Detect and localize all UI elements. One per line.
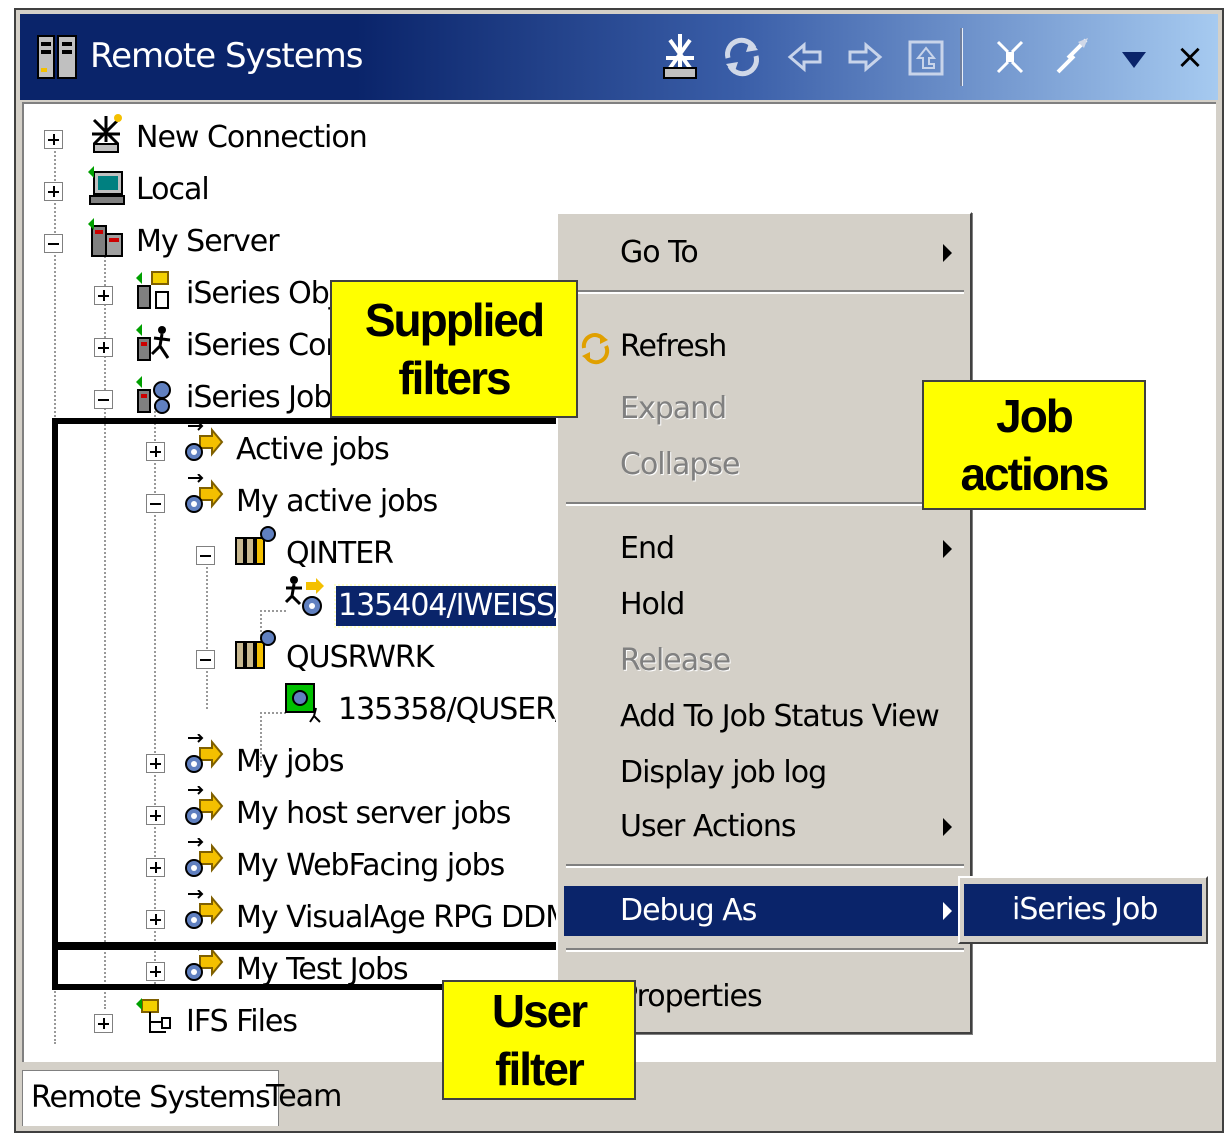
menu-separator [566, 502, 964, 506]
menu-item-collapse: Collapse [620, 447, 741, 482]
menu-item-debug-as[interactable]: Debug As [564, 886, 966, 936]
view-title-bar: Remote Systems × [20, 14, 1218, 100]
submenu-arrow-icon [943, 902, 952, 920]
expand-toggle[interactable] [94, 338, 113, 357]
callout-text: User [491, 985, 588, 1037]
menu-item-user-actions[interactable]: User Actions [564, 802, 966, 852]
tree-item-my-server[interactable]: My Server [136, 222, 280, 262]
expand-toggle[interactable] [44, 182, 63, 201]
tree-item-local[interactable]: Local [136, 170, 210, 210]
server-icon [88, 218, 123, 257]
tab-team[interactable]: Team [258, 1070, 349, 1126]
debug-as-submenu: iSeries Job [958, 876, 1208, 944]
menu-item-add-to-job-status-view[interactable]: Add To Job Status View [564, 692, 966, 742]
link-icon[interactable] [1044, 28, 1100, 86]
menu-item-end[interactable]: End [564, 524, 966, 574]
collapse-all-icon[interactable] [982, 28, 1038, 86]
remote-systems-icon [37, 35, 77, 79]
new-connection-icon [92, 114, 122, 153]
menu-item-expand: Expand [620, 391, 727, 426]
menu-item-hold[interactable]: Hold [564, 580, 966, 630]
menu-item-release: Release [620, 643, 731, 678]
callout-text: filters [398, 352, 511, 404]
up-icon[interactable] [898, 28, 954, 86]
back-icon[interactable] [776, 28, 832, 86]
tree-item-new-connection[interactable]: New Connection [136, 118, 368, 158]
menu-item-display-job-log[interactable]: Display job log [564, 748, 966, 798]
menu-separator [566, 948, 964, 952]
expand-toggle[interactable] [44, 130, 63, 149]
ifs-files-icon [136, 998, 171, 1033]
callout-text: Supplied [364, 294, 545, 346]
menu-separator [566, 290, 964, 294]
iseries-objects-icon [136, 271, 169, 309]
menu-item-iseries-job[interactable]: iSeries Job [964, 884, 1202, 936]
context-menu: Go To Refresh Expand Collapse End Hold R… [556, 212, 972, 1034]
menu-separator [566, 864, 964, 868]
callout-job-actions: Job actions [922, 380, 1146, 510]
submenu-arrow-icon [943, 540, 952, 558]
iseries-jobs-icon [136, 376, 171, 414]
local-system-icon [88, 166, 125, 205]
close-icon[interactable]: × [1162, 28, 1218, 86]
expand-toggle[interactable] [94, 1014, 113, 1033]
toolbar-separator [960, 28, 963, 86]
new-connection-icon[interactable] [652, 28, 708, 86]
menu-item-go-to[interactable]: Go To [564, 228, 966, 278]
iseries-commands-icon [136, 324, 171, 361]
view-title: Remote Systems [90, 36, 363, 76]
refresh-icon [581, 333, 610, 365]
collapse-toggle[interactable] [94, 390, 113, 409]
callout-text: filter [495, 1043, 585, 1095]
forward-icon[interactable] [838, 28, 894, 86]
menu-item-refresh[interactable]: Refresh [564, 322, 966, 372]
submenu-arrow-icon [943, 818, 952, 836]
supplied-filters-frame [52, 418, 582, 950]
callout-user-filter: User filter [442, 980, 636, 1100]
callout-text: actions [960, 448, 1109, 500]
callout-text: Job [996, 390, 1074, 442]
refresh-icon[interactable] [714, 28, 770, 86]
submenu-arrow-icon [943, 244, 952, 262]
callout-supplied-filters: Supplied filters [330, 280, 578, 418]
view-menu-icon[interactable] [1106, 28, 1162, 86]
tree-item-ifs-files[interactable]: IFS Files [186, 1002, 298, 1042]
tree-item-iseries-jobs[interactable]: iSeries Jobs [186, 378, 347, 418]
tab-remote-systems[interactable]: Remote Systems [22, 1070, 279, 1126]
collapse-toggle[interactable] [44, 234, 63, 253]
expand-toggle[interactable] [94, 286, 113, 305]
